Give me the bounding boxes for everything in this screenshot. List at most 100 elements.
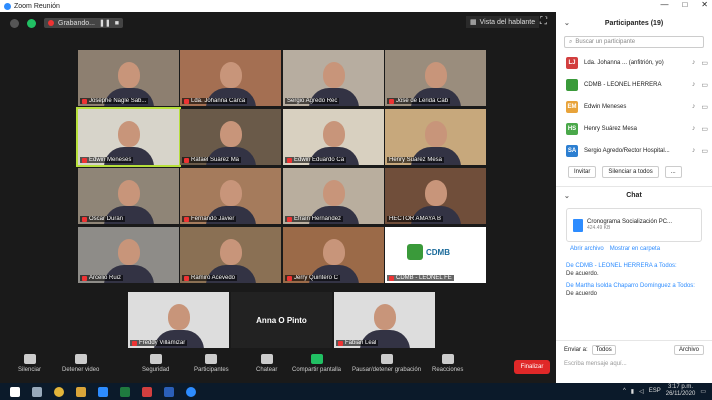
show-in-folder-link[interactable]: Mostrar en carpeta (610, 246, 660, 252)
chrome-icon[interactable] (54, 386, 64, 397)
participant-name-label: Arcelio Ruiz (80, 275, 124, 281)
video-tile[interactable]: HÉCTOR AMAYA B (385, 168, 486, 224)
excel-icon[interactable] (120, 386, 130, 397)
participant-search-input[interactable]: ⌕ Buscar un participante (564, 36, 704, 48)
volume-icon[interactable]: ◁ (639, 388, 644, 395)
pause-recording-button[interactable]: Pausar/detener grabación (352, 354, 421, 373)
camera-icon[interactable]: ▭ (701, 147, 708, 155)
participant-actions: Invitar Silenciar a todos ... (556, 162, 712, 182)
end-meeting-button[interactable]: Finalizar (514, 360, 550, 374)
participant-row[interactable]: HS Henry Suárez Mesa ♪ ▭ (556, 118, 712, 140)
acrobat-icon[interactable] (142, 386, 152, 397)
video-tile[interactable]: Lda. Johanna Carca (180, 50, 281, 106)
participant-name: Fabian Leal (345, 340, 377, 346)
participant-name: Henry Suárez Mesa (389, 157, 443, 163)
chat-message: De CDMB - LEONEL HERRERA a Todos: De acu… (556, 260, 712, 280)
participants-button[interactable]: Participantes (194, 354, 229, 373)
mute-all-button[interactable]: Silenciar a todos (602, 166, 659, 178)
speaker-view-button[interactable]: ▦ Vista del hablante (466, 16, 540, 28)
mute-button[interactable]: Silenciar (18, 354, 41, 373)
security-button[interactable]: Seguridad (142, 354, 169, 373)
camera-icon[interactable]: ▭ (701, 59, 708, 67)
open-file-link[interactable]: Abrir archivo (570, 246, 604, 252)
video-tile[interactable]: Edwin Meneses (76, 107, 181, 167)
video-tile[interactable]: Jerry Quintero C (283, 227, 384, 283)
camera-icon[interactable]: ▭ (701, 125, 708, 133)
video-tile[interactable]: Rafael Suárez Ma (180, 109, 281, 165)
participant-name-label: CDMB - LEONEL FE (387, 275, 454, 281)
microphone-icon[interactable]: ♪ (692, 59, 696, 67)
smiley-icon (441, 354, 454, 364)
notifications-icon[interactable]: ▭ (700, 388, 706, 395)
avatar: LJ (566, 57, 578, 69)
more-options-button[interactable]: ... (664, 166, 682, 178)
network-icon[interactable]: ▮ (631, 388, 634, 395)
participant-row[interactable]: CDMB - LEONEL HERRERA ♪ ▭ (556, 74, 712, 96)
chevron-down-icon[interactable]: ⌄ (564, 192, 570, 200)
attach-file-button[interactable]: Archivo (673, 345, 704, 355)
video-tile[interactable]: José de Lerida Cab (385, 50, 486, 106)
chevron-up-icon[interactable]: ^ (623, 388, 626, 394)
chat-file[interactable]: Cronograma Socialización PC... 424.49 KB (566, 208, 702, 242)
edge-icon[interactable] (98, 386, 108, 397)
microphone-icon[interactable]: ♪ (692, 125, 696, 133)
avatar: SA (566, 145, 578, 157)
camera-icon[interactable]: ▭ (701, 103, 708, 111)
camera-icon[interactable]: ▭ (701, 81, 708, 89)
video-tile[interactable]: Efraín Hernández (283, 168, 384, 224)
reactions-label: Reacciones (432, 367, 464, 373)
video-tile[interactable]: Arcelio Ruiz (78, 227, 179, 283)
windows-start-icon[interactable] (10, 386, 20, 397)
close-button[interactable]: ✕ (701, 0, 708, 9)
reactions-button[interactable]: Reacciones (432, 354, 463, 373)
send-to-select[interactable]: Todos (591, 345, 616, 355)
minimize-button[interactable]: — (660, 0, 668, 9)
video-tile[interactable]: Oscar Durán (78, 168, 179, 224)
microphone-icon[interactable]: ♪ (692, 147, 696, 155)
task-view-icon[interactable] (32, 386, 42, 397)
folder-icon[interactable] (76, 386, 86, 397)
participant-list-name: CDMB - LEONEL HERRERA (584, 82, 662, 88)
video-tile[interactable]: Edwin Eduardo Ca (283, 109, 384, 165)
stop-icon[interactable]: ■ (115, 20, 119, 27)
participant-video (168, 304, 190, 330)
zoom-app-icon[interactable] (186, 386, 196, 397)
info-icon[interactable] (10, 18, 19, 28)
message-input[interactable]: Escriba mensaje aquí... (556, 359, 712, 369)
window-title: Zoom Reunión (14, 2, 60, 10)
microphone-icon[interactable]: ♪ (692, 81, 696, 89)
fullscreen-icon[interactable]: ⛶ (540, 16, 547, 27)
video-tile[interactable]: Joséphe Nagle Sab... (78, 50, 179, 106)
video-tile[interactable]: Ramiro Acevedo (180, 227, 281, 283)
participant-list: LJ Lda. Johanna ... (anfitrión, yo) ♪ ▭ CDMB… (556, 52, 712, 162)
participant-row[interactable]: LJ Lda. Johanna ... (anfitrión, yo) ♪ ▭ (556, 52, 712, 74)
video-tile[interactable]: Fernando Javier (180, 168, 281, 224)
participant-name-label: Freddy Villamizar (130, 340, 188, 346)
maximize-button[interactable]: □ (682, 0, 687, 9)
video-tile[interactable]: Freddy Villamizar (128, 292, 229, 348)
participant-row[interactable]: SA Sergio Agredo/Rector Hospital... ♪ ▭ (556, 140, 712, 162)
language-indicator[interactable]: ESP (649, 388, 661, 394)
chevron-down-icon[interactable]: ⌄ (564, 19, 570, 27)
participants-title: Participantes (19) (604, 19, 664, 27)
microphone-icon (23, 354, 36, 364)
pause-icon[interactable]: ❚❚ (99, 19, 111, 27)
share-screen-button[interactable]: Compartir pantalla (292, 354, 341, 373)
participant-row[interactable]: EM Edwin Meneses ♪ ▭ (556, 96, 712, 118)
video-tile[interactable]: Anna O Pinto (231, 292, 332, 348)
chat-button[interactable]: Chatear (256, 354, 277, 373)
participant-list-name: Edwin Meneses (584, 104, 627, 110)
word-icon[interactable] (164, 386, 174, 397)
video-tile[interactable]: CDMB CDMB - LEONEL FE (385, 227, 486, 283)
message-text: De acuerdo. (566, 271, 599, 277)
video-tile[interactable]: Fabian Leal (334, 292, 435, 348)
video-tile[interactable]: Henry Suárez Mesa (385, 109, 486, 165)
participant-video (220, 62, 242, 88)
clock[interactable]: 3:17 p.m. 26/11/2020 (666, 384, 696, 398)
shield-icon[interactable] (27, 18, 36, 28)
recording-indicator[interactable]: Grabando... ❚❚ ■ (44, 18, 123, 28)
video-tile[interactable]: Sergio Agredo Rec (283, 50, 384, 106)
invite-button[interactable]: Invitar (568, 166, 597, 178)
stop-video-button[interactable]: Detener video (62, 354, 99, 373)
microphone-icon[interactable]: ♪ (692, 103, 696, 111)
